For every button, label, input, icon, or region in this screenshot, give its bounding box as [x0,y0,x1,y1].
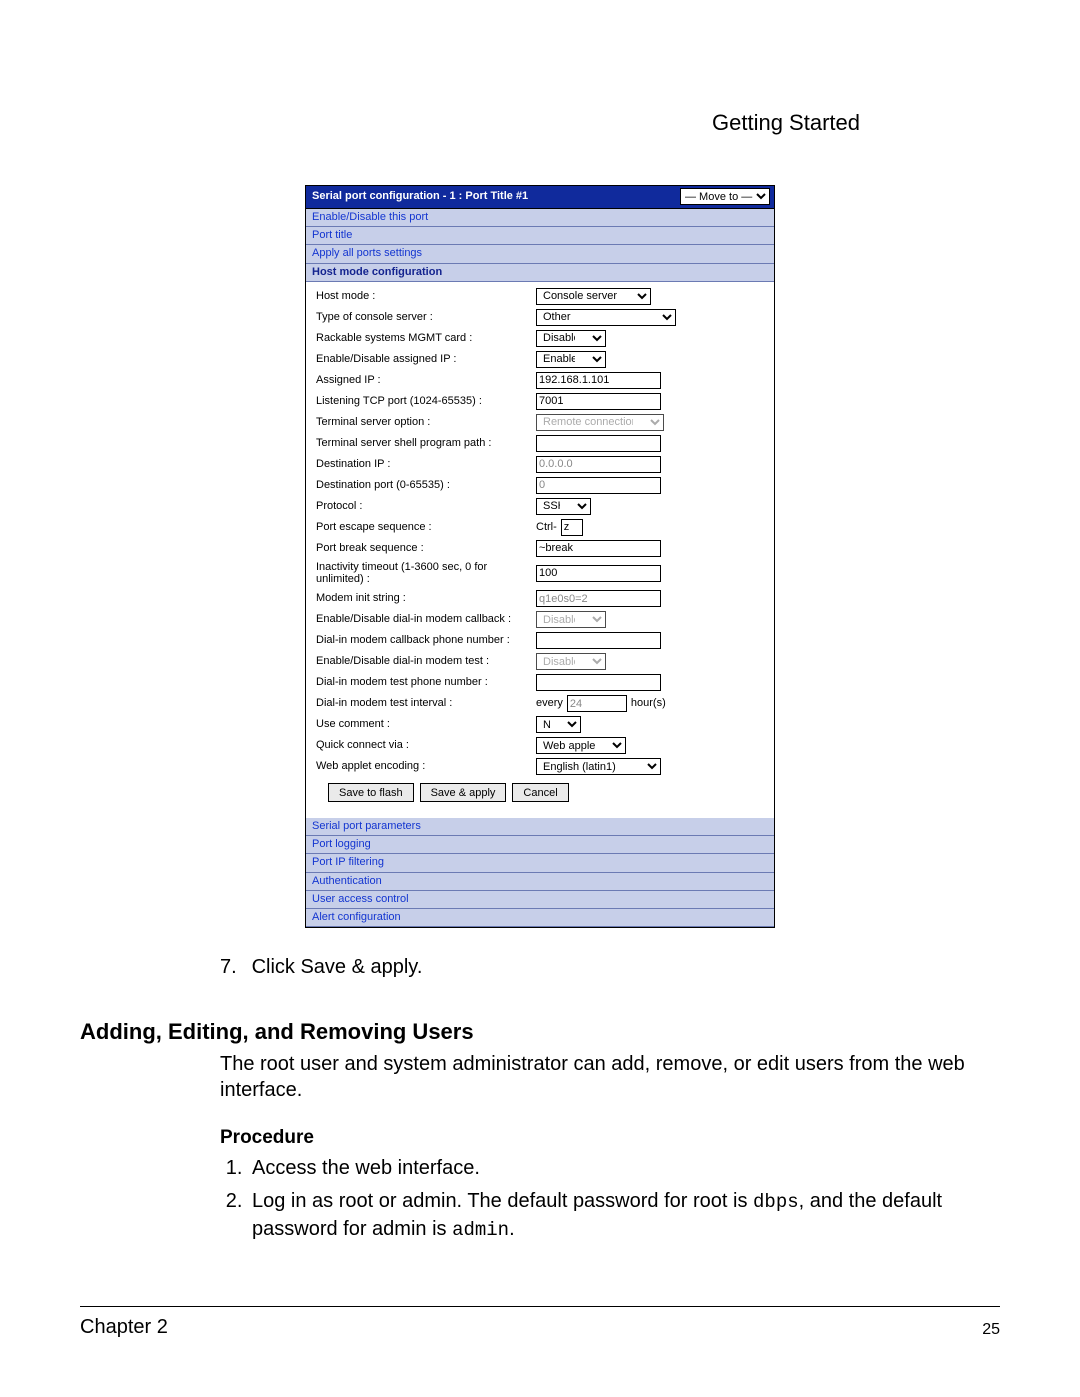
link-enable-disable-port[interactable]: Enable/Disable this port [306,209,774,227]
label-protocol: Protocol : [314,500,536,513]
input-modem-init [536,590,661,607]
select-applet-enc[interactable]: English (latin1) [536,758,661,775]
input-break-seq[interactable] [536,540,661,557]
link-apply-all-ports[interactable]: Apply all ports settings [306,245,774,263]
input-escape-char[interactable] [561,519,583,536]
procedure-step-2: Log in as root or admin. The default pas… [248,1188,978,1243]
select-rackable[interactable]: Disable [536,330,606,347]
input-dest-ip [536,456,661,473]
label-use-comment: Use comment : [314,718,536,731]
select-quick-connect[interactable]: Web applet [536,737,626,754]
select-dialin-test-en: Disable [536,653,606,670]
label-modem-init: Modem init string : [314,592,536,605]
label-assigned-ip: Assigned IP : [314,374,536,387]
label-dest-ip: Destination IP : [314,458,536,471]
label-tcp-port: Listening TCP port (1024-65535) : [314,395,536,408]
footer-page-number: 25 [982,1321,1000,1339]
label-dialin-test-en: Enable/Disable dial-in modem test : [314,655,536,668]
input-dialin-test-int [567,695,627,712]
move-to-select[interactable]: — Move to — [680,188,770,205]
link-authentication[interactable]: Authentication [306,873,774,891]
input-dialin-test-num[interactable] [536,674,661,691]
label-assigned-ip-enable: Enable/Disable assigned IP : [314,353,536,366]
label-type-console: Type of console server : [314,311,536,324]
heading-adding-users: Adding, Editing, and Removing Users [80,1019,1000,1045]
link-serial-port-parameters[interactable]: Serial port parameters [306,818,774,836]
label-shell-path: Terminal server shell program path : [314,437,536,450]
select-dialin-cb-en: Disable [536,611,606,628]
proc2-part-a: Log in as root or admin. The default pas… [252,1190,753,1212]
host-mode-form: Host mode : Console server Type of conso… [306,282,774,818]
step-7-suffix: . [417,956,423,978]
input-dialin-cb-num[interactable] [536,632,661,649]
page-section-title: Getting Started [712,110,860,136]
label-dest-port: Destination port (0-65535) : [314,479,536,492]
step-7-number: 7. [220,956,246,979]
step-7-command: Save & apply [300,956,416,978]
select-term-srv-opt: Remote connection [536,414,664,431]
link-port-logging[interactable]: Port logging [306,836,774,854]
select-use-comment[interactable]: No [536,716,581,733]
label-dialin-test-int: Dial-in modem test interval : [314,697,536,710]
footer-chapter: Chapter 2 [80,1316,168,1339]
code-admin: admin [452,1219,509,1241]
footer-rule [80,1306,1000,1307]
input-assigned-ip[interactable] [536,372,661,389]
proc2-part-c: . [509,1218,515,1240]
input-shell-path[interactable] [536,435,661,452]
btn-save-to-flash[interactable]: Save to flash [328,783,414,802]
label-break-seq: Port break sequence : [314,542,536,555]
interval-prefix: every [536,697,563,710]
btn-save-apply[interactable]: Save & apply [420,783,507,802]
link-port-title[interactable]: Port title [306,227,774,245]
link-alert-configuration[interactable]: Alert configuration [306,909,774,927]
code-dbps: dbps [753,1191,799,1213]
panel-title: Serial port configuration - 1 : Port Tit… [312,190,528,203]
input-inact-timeout[interactable] [536,565,661,582]
label-term-srv-opt: Terminal server option : [314,416,536,429]
btn-cancel[interactable]: Cancel [512,783,568,802]
label-host-mode: Host mode : [314,290,536,303]
step-7-prefix: Click [252,956,301,978]
procedure-list: Access the web interface. Log in as root… [248,1155,978,1243]
select-assigned-ip-enable[interactable]: Enable [536,351,606,368]
label-escape-seq: Port escape sequence : [314,521,536,534]
label-applet-enc: Web applet encoding : [314,760,536,773]
input-tcp-port[interactable] [536,393,661,410]
procedure-step-1: Access the web interface. [248,1155,978,1182]
label-rackable: Rackable systems MGMT card : [314,332,536,345]
label-quick-connect: Quick connect via : [314,739,536,752]
heading-procedure: Procedure [220,1127,1000,1149]
label-dialin-cb-num: Dial-in modem callback phone number : [314,634,536,647]
config-panel-screenshot: Serial port configuration - 1 : Port Tit… [305,185,775,928]
intro-paragraph: The root user and system administrator c… [220,1051,980,1103]
link-port-ip-filtering[interactable]: Port IP filtering [306,854,774,872]
step-7: 7. Click Save & apply. [220,956,422,979]
link-user-access-control[interactable]: User access control [306,891,774,909]
label-dialin-test-num: Dial-in modem test phone number : [314,676,536,689]
label-inact-timeout: Inactivity timeout (1-3600 sec, 0 for un… [314,561,536,586]
select-type-console[interactable]: Other [536,309,676,326]
section-host-mode-config: Host mode configuration [306,264,774,282]
escape-prefix: Ctrl- [536,521,557,534]
input-dest-port [536,477,661,494]
select-host-mode[interactable]: Console server [536,288,651,305]
select-protocol[interactable]: SSH [536,498,591,515]
interval-suffix: hour(s) [631,697,666,710]
label-dialin-cb-en: Enable/Disable dial-in modem callback : [314,613,536,626]
